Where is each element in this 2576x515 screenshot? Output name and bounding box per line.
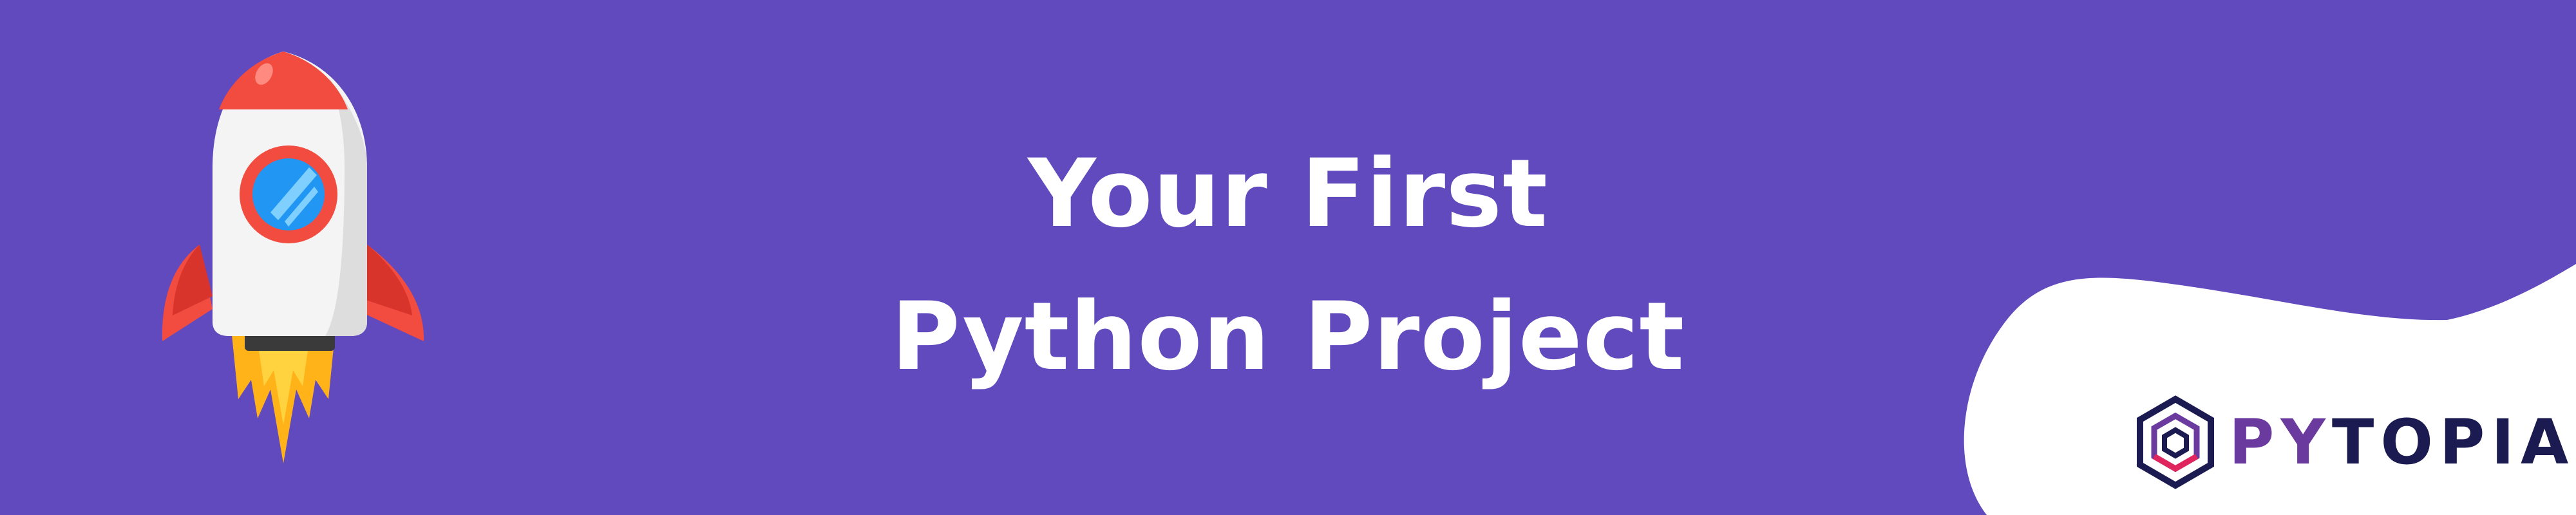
wordmark-topia: TOPIA: [2331, 406, 2575, 478]
rocket-icon: [162, 52, 424, 464]
wordmark-py: PY: [2229, 406, 2332, 478]
hexagon-logo-icon: [2137, 395, 2214, 489]
course-banner: Your First Python Project PY TOPIA: [0, 0, 2576, 515]
logo-wordmark: PY TOPIA: [2229, 411, 2575, 473]
page-title: Your First Python Project: [644, 122, 1932, 408]
title-line-1: Your First: [1028, 139, 1548, 248]
pytopia-logo: PY TOPIA: [2135, 394, 2575, 491]
title-line-2: Python Project: [891, 282, 1685, 391]
